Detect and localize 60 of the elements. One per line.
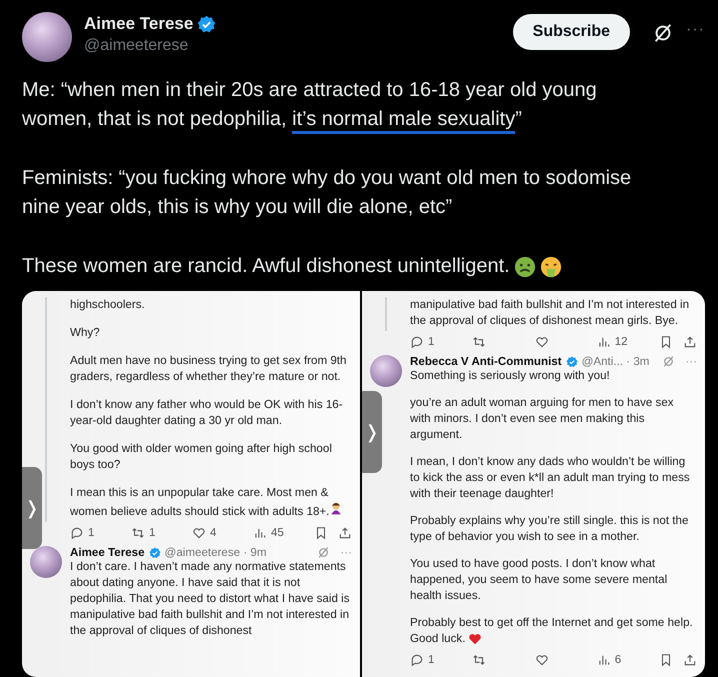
action-count: 6 [614, 654, 622, 666]
repost-icon[interactable] [131, 526, 145, 540]
reply-text: Probably explains why you’re still single. this is not the type of behavior you wish to see in a mother. [410, 513, 690, 545]
action-count: 1 [428, 654, 434, 666]
reply-text: You good with older women going after high school boys too? [70, 441, 333, 473]
action-count: 4 [210, 527, 216, 539]
share-icon[interactable] [683, 653, 697, 667]
bookmark-icon[interactable] [659, 653, 673, 667]
heart-icon[interactable] [534, 335, 548, 349]
bar-chart-icon[interactable] [596, 335, 611, 349]
next-tab[interactable]: ❭ [362, 391, 382, 473]
post-text: These women are rancid. Awful dishonest unintelligent. [22, 252, 662, 281]
reply-text: manipulative bad faith bullshit and I’m not interested in the approval of cliques of dishonest mean girls. Bye. [410, 297, 690, 329]
reply-icon[interactable] [70, 526, 84, 540]
reply-text: highschoolers. [70, 297, 146, 313]
heart-emoji-icon [468, 632, 482, 646]
reply-meta: @Anti... · 3m [582, 355, 650, 368]
bookmark-icon[interactable] [314, 526, 328, 540]
share-icon[interactable] [338, 526, 352, 540]
sick-face-icon [514, 256, 536, 278]
reply-text: I mean this is an unpopular take care. Most men & women believe adults should stick with adults 18+. [70, 485, 352, 520]
reply-author-name[interactable]: Aimee Terese [70, 546, 145, 559]
bar-chart-icon[interactable] [253, 526, 267, 540]
share-icon[interactable] [683, 335, 697, 349]
post-text: Feminists: “you fucking whore why do you want old men to sodomise nine year olds, this is why you will die alone, etc” [22, 166, 632, 220]
repost-icon[interactable] [472, 335, 486, 349]
more-options-button[interactable]: ··· [685, 355, 697, 368]
reply-text: Adult men have no business trying to get sex from 9th graders, regardless of whether they’re mature or not. [70, 353, 348, 385]
next-tab[interactable]: ❭ [22, 467, 42, 549]
bar-chart-icon[interactable] [596, 653, 611, 667]
more-options-button[interactable]: ··· [340, 546, 352, 559]
avatar[interactable] [22, 12, 72, 62]
bookmark-icon[interactable] [659, 335, 673, 349]
reply-text: I don’t care. I haven’t made any normative statements about dating anyone. I have said that it is not pedophilia. That you need to distort what I have said is manipulative bad faith bullshit and I’m not interested in the approval of cliques of dishonest [70, 559, 351, 639]
reply-text: Probably best to get off the Internet and get some help. Good luck. [410, 615, 694, 647]
reply-text: you’re an adult woman arguing for men to have sex with minors. I don’t even see men making this argument. [410, 395, 675, 443]
heart-icon[interactable] [192, 526, 206, 540]
reply-icon[interactable] [410, 335, 424, 349]
post-text: Me: “when men in their 20s are attracted to 16-18 year old young women, that is not pedophilia, it’s normal male sexuality” [22, 76, 662, 134]
reply-text: I mean, I don’t know any dads who wouldn’t be willing to kick the ass or even k*ll an adult man trying to mess with their teenage daughter! [410, 454, 691, 502]
reply-text: You used to have good posts. I don’t know what happened, you seem to have some severe mental health issues. [410, 556, 668, 604]
action-count: 1 [149, 527, 156, 539]
person-emoji-icon [329, 501, 344, 515]
reply-text: Something is seriously wrong with you! [410, 368, 611, 384]
heart-icon[interactable] [534, 653, 548, 667]
action-count: 1 [88, 527, 94, 539]
reply-text: I don’t know any father who would be OK with his 16-year-old daughter dating a 30 yr old man. [70, 397, 344, 429]
reply-text: Why? [70, 325, 101, 341]
vomiting-face-icon [540, 256, 562, 278]
reply-icon[interactable] [410, 653, 424, 667]
reply-meta: @aimeeterese · 9m [164, 546, 267, 559]
author-handle[interactable]: @aimeeterese [84, 37, 501, 55]
action-count: 12 [614, 336, 628, 348]
more-options-button[interactable]: ··· [686, 21, 705, 39]
subscribe-button[interactable]: Subscribe [512, 14, 630, 50]
author-name[interactable]: Aimee Terese [84, 14, 194, 34]
action-count: 1 [428, 336, 434, 348]
action-count: 45 [271, 527, 284, 539]
reply-author-name[interactable]: Rebecca V Anti-Communist [410, 355, 562, 368]
repost-icon[interactable] [472, 653, 486, 667]
